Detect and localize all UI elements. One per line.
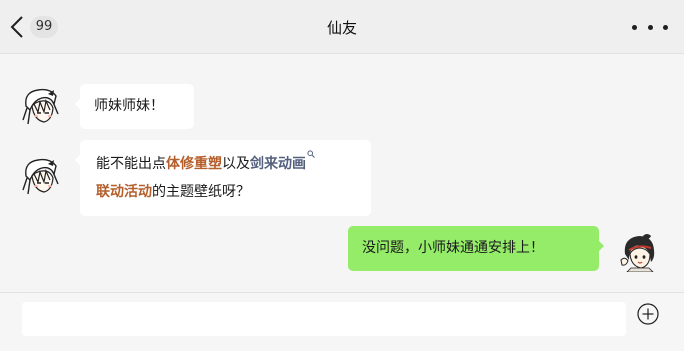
more-dots-icon: [632, 24, 637, 30]
message-bubble-outgoing[interactable]: 没问题，小师妹通通安排上！: [348, 226, 604, 271]
message-text: 能不能出点: [96, 156, 166, 172]
chibi-avatar-icon: [20, 86, 60, 126]
back-button[interactable]: [8, 14, 26, 40]
message-input[interactable]: [22, 302, 626, 336]
message-text: 师妹师妹！: [94, 98, 164, 114]
my-avatar[interactable]: [619, 232, 659, 273]
highlight-keyword[interactable]: 联动活动: [96, 184, 152, 200]
search-icon[interactable]: [307, 150, 315, 158]
chibi-avatar-icon: [619, 232, 659, 273]
highlight-keyword[interactable]: 体修重塑: [166, 156, 222, 172]
plus-circle-icon: [637, 303, 659, 325]
search-link[interactable]: 剑来动画: [250, 156, 306, 172]
chibi-avatar-icon: [20, 156, 60, 196]
contact-avatar[interactable]: [20, 156, 60, 196]
message-text: 的主题壁纸呀？: [152, 184, 250, 200]
chat-header: 99 仙友: [0, 0, 684, 54]
message-text: 以及: [222, 156, 250, 172]
unread-count-badge[interactable]: 99: [30, 16, 58, 38]
message-line-1: 能不能出点体修重塑以及剑来动画: [96, 150, 355, 178]
more-dots-icon-dot: [663, 24, 668, 30]
chat-screen: 99 仙友 师妹师妹！ 能不能出点体修重塑以及剑来动画 联动活动的主题壁纸呀？ …: [0, 0, 684, 351]
more-button[interactable]: [632, 18, 668, 36]
message-bubble-incoming[interactable]: 能不能出点体修重塑以及剑来动画 联动活动的主题壁纸呀？: [75, 140, 371, 216]
message-bubble-incoming[interactable]: 师妹师妹！: [75, 84, 194, 129]
chevron-left-icon: [10, 16, 23, 38]
more-dots-icon-dot: [647, 24, 653, 30]
page-title: 仙友: [326, 19, 357, 37]
more-functions-button[interactable]: [637, 303, 659, 325]
message-line-2: 联动活动的主题壁纸呀？: [96, 178, 355, 206]
contact-avatar[interactable]: [20, 86, 60, 126]
message-composer: [0, 292, 684, 351]
message-text: 没问题，小师妹通通安排上！: [362, 240, 544, 256]
